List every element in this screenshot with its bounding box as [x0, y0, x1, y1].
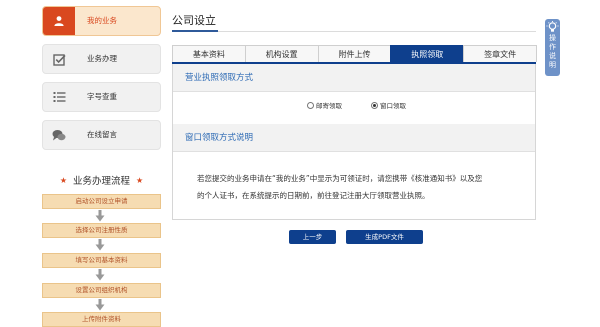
flow-step: 选择公司注册性质 [42, 223, 161, 238]
help-float-label: 操作说明 [549, 34, 556, 69]
radio-dot [307, 101, 314, 109]
flow-step: 填写公司基本资料 [42, 253, 161, 268]
tab-signed-documents[interactable]: 签章文件 [463, 45, 537, 62]
section-header: 窗口领取方式说明 [173, 124, 535, 152]
arrow-down-icon [95, 239, 105, 251]
instruction-line: 的个人证书，在系统提示的日期前，前往登记注册大厅领取营业执照。 [197, 191, 430, 200]
tab-org-setup[interactable]: 机构设置 [244, 45, 319, 62]
sidebar-item-label: 我的业务 [87, 16, 117, 25]
title-accent-line [172, 30, 218, 32]
section-title: 窗口领取方式说明 [185, 133, 254, 143]
flow-title-text: 业务办理流程 [72, 176, 130, 187]
arrow-down-icon [95, 299, 105, 311]
flow-step: 设置公司组织机构 [42, 283, 161, 298]
generate-pdf-button[interactable]: 生成PDF文件 [346, 230, 423, 244]
radio-mail-pickup[interactable]: 邮寄领取 [307, 100, 342, 110]
sidebar-item-label: 业务办理 [87, 54, 117, 63]
radio-label: 邮寄领取 [316, 102, 342, 110]
sidebar-item-label: 在线留言 [87, 130, 117, 139]
sidebar-item-label: 字号查重 [87, 92, 117, 101]
radio-window-pickup[interactable]: 窗口领取 [371, 100, 406, 110]
chat-bubble-icon [43, 121, 75, 149]
sidebar-item-online-message[interactable]: 在线留言 [42, 120, 161, 150]
tab-basic-info[interactable]: 基本资料 [172, 45, 246, 62]
arrow-down-icon [95, 269, 105, 281]
license-pickup-panel: 营业执照领取方式 邮寄领取 窗口领取 窗口领取方式说明 若您提交的业务申请在“我… [172, 64, 536, 220]
section-header: 营业执照领取方式 [173, 64, 535, 92]
instruction-line: 若您提交的业务申请在“我的业务”中显示为可领证时，请您携带《核准通知书》以及您 [197, 174, 483, 183]
flow-step: 上传附件资料 [42, 312, 161, 327]
section-title: 营业执照领取方式 [185, 73, 254, 83]
tab-license-pickup[interactable]: 执照领取 [390, 45, 465, 62]
flow-title: ★ 业务办理流程 ★ [42, 173, 161, 188]
sidebar-item-my-business[interactable]: 我的业务 [42, 6, 161, 36]
star-icon: ★ [59, 175, 67, 185]
user-icon [43, 7, 75, 35]
radio-label: 窗口领取 [380, 102, 406, 110]
sidebar-item-business-handling[interactable]: 业务办理 [42, 44, 161, 74]
title-divider [172, 31, 536, 32]
check-box-icon [43, 45, 75, 73]
pickup-instructions: 若您提交的业务申请在“我的业务”中显示为可领证时，请您携带《核准通知书》以及您 … [197, 170, 527, 204]
tab-bar: 基本资料 机构设置 附件上传 执照领取 签章文件 [172, 45, 537, 64]
pickup-method-radio-group: 邮寄领取 窗口领取 [173, 99, 535, 111]
help-float-button[interactable]: 操作说明 [545, 19, 560, 76]
flow-step: 启动公司设立申请 [42, 194, 161, 209]
tab-attachment-upload[interactable]: 附件上传 [317, 45, 392, 62]
radio-dot-selected [371, 101, 378, 109]
lightbulb-icon [546, 21, 559, 34]
page-title: 公司设立 [172, 14, 216, 27]
prev-step-button[interactable]: 上一步 [289, 230, 336, 244]
sidebar-item-name-check[interactable]: 字号查重 [42, 82, 161, 112]
arrow-down-icon [95, 210, 105, 222]
star-icon: ★ [136, 175, 144, 185]
list-icon [43, 83, 75, 111]
